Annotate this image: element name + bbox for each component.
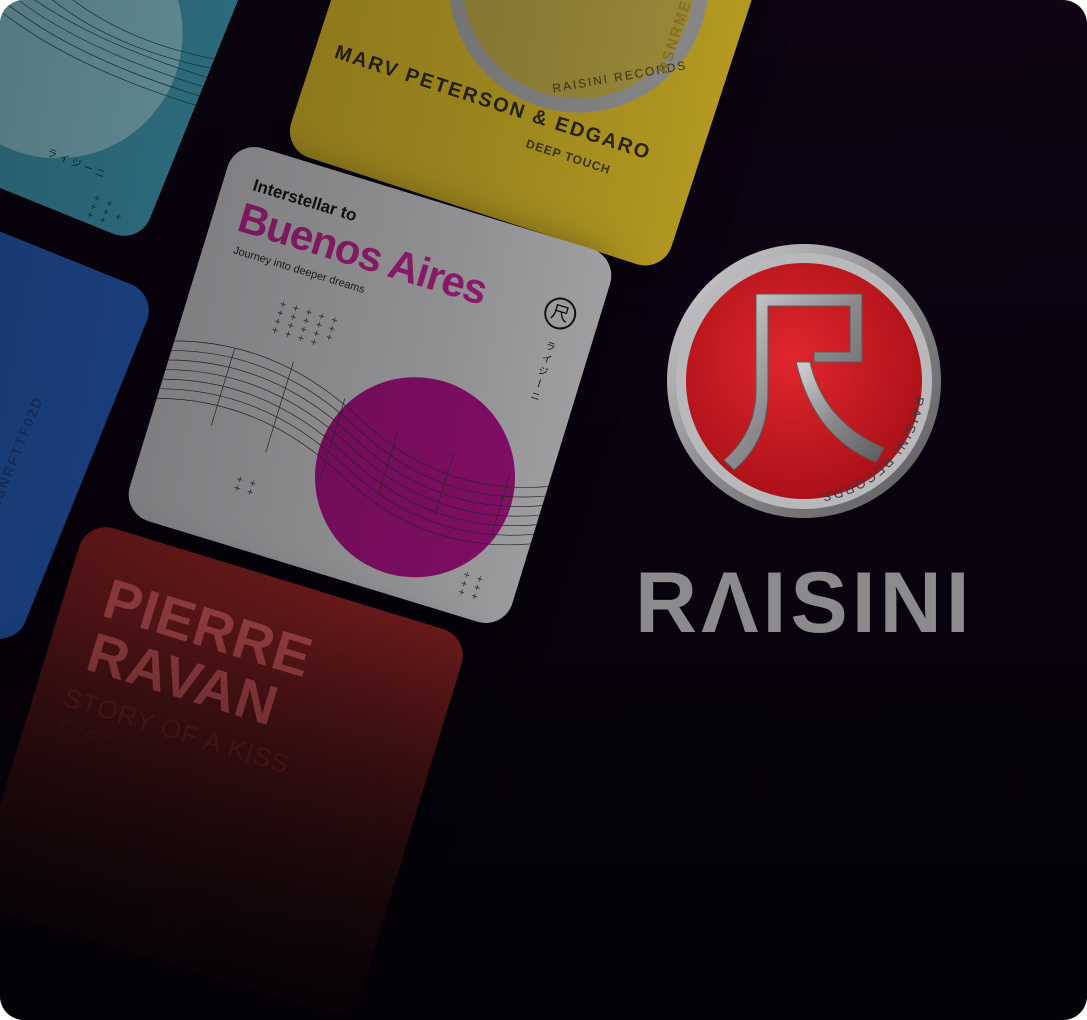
cover-jp-text: ライジーニ: [526, 339, 556, 405]
raisini-records-logo-icon: RAISINI RECORDS: [667, 244, 941, 518]
raisini-mini-logo-icon: 尺: [540, 293, 581, 334]
hero-stage: ライジーニ + + + + + + + RAISINI RECORDS MARV P…: [0, 0, 1087, 1020]
cover-title: Buenos Aires: [232, 193, 493, 314]
cover-plus-marks: + + + + + + +: [84, 192, 126, 229]
cover-catalog-code: RSNRPR03D: [348, 763, 395, 867]
cover-plus-marks: + + + +: [232, 473, 260, 500]
cover-plus-marks: + + + + + +: [456, 568, 487, 605]
raisini-wordmark: RΛISINI: [635, 555, 974, 651]
raisini-mini-logo-icon: 尺: [151, 888, 200, 936]
cover-catalog-code: RSNRFTTF02D: [0, 393, 47, 513]
